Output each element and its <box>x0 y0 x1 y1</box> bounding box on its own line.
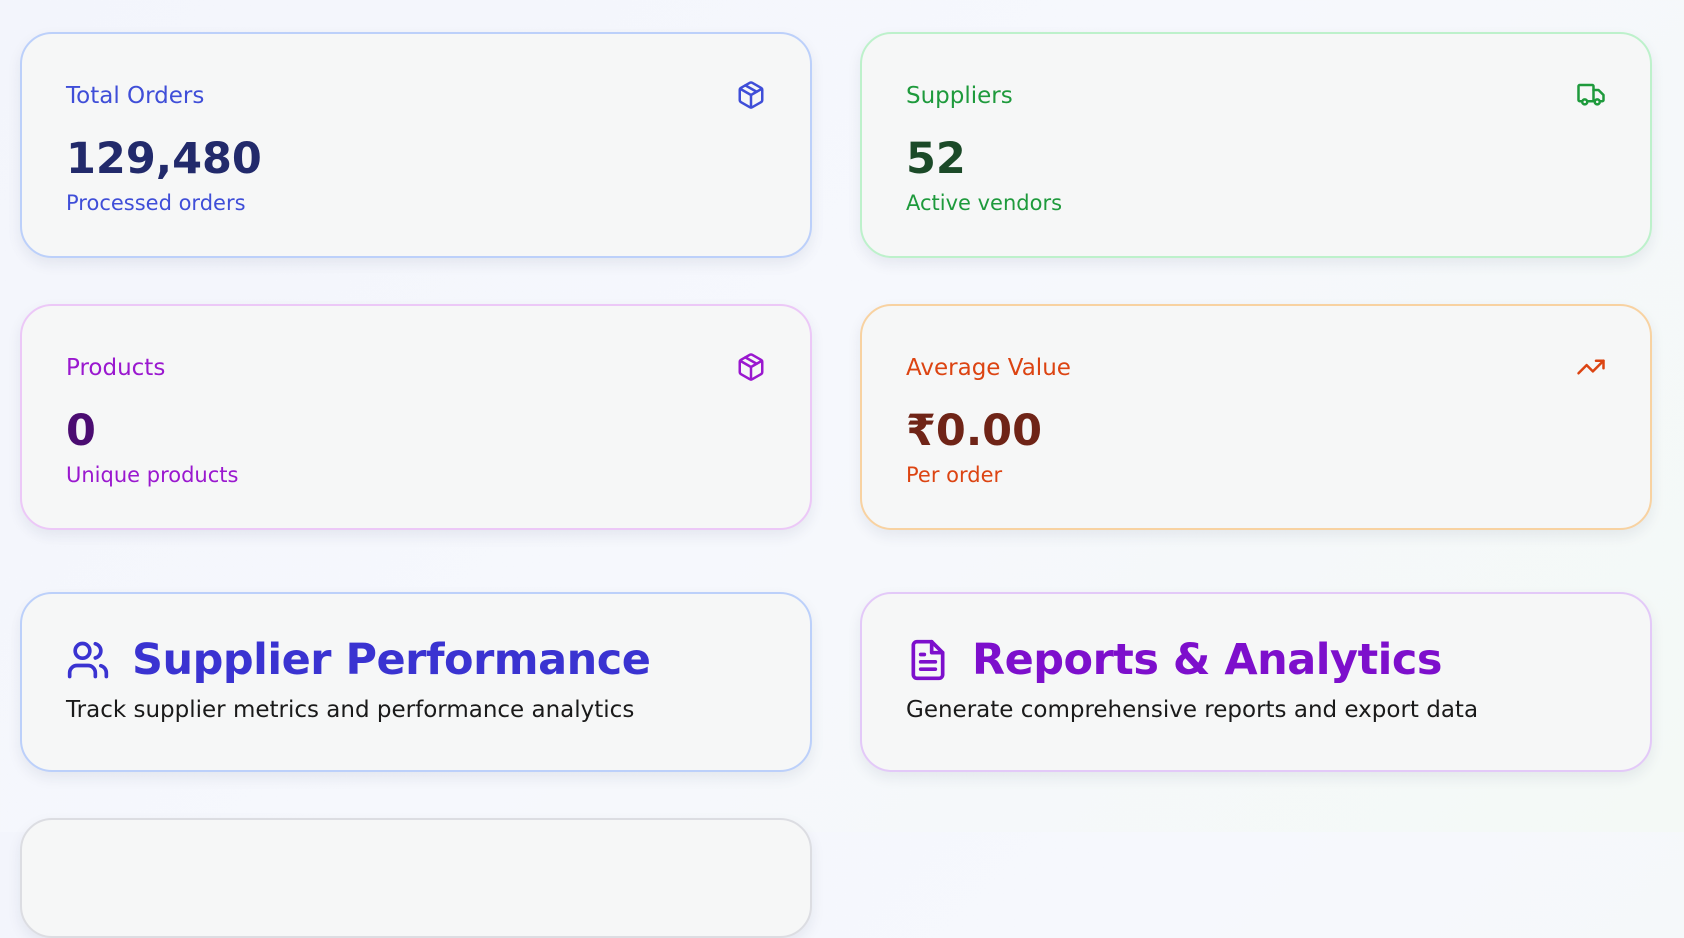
partial-card <box>20 818 812 938</box>
average-value-card: Average Value ₹0.00 Per order <box>860 304 1652 530</box>
users-icon <box>66 638 110 682</box>
products-value: 0 <box>66 406 96 456</box>
supplier-performance-card[interactable]: Supplier Performance Track supplier metr… <box>20 592 812 772</box>
supplier-performance-description: Track supplier metrics and performance a… <box>66 697 635 723</box>
reports-analytics-title: Reports & Analytics <box>972 635 1442 685</box>
suppliers-subtitle: Active vendors <box>906 191 1063 215</box>
total-orders-label: Total Orders <box>66 83 205 109</box>
average-value-subtitle: Per order <box>906 463 1003 487</box>
reports-analytics-card[interactable]: Reports & Analytics Generate comprehensi… <box>860 592 1652 772</box>
supplier-performance-title: Supplier Performance <box>132 635 651 685</box>
suppliers-card: Suppliers 52 Active vendors <box>860 32 1652 258</box>
truck-icon <box>1576 80 1606 110</box>
average-value-label: Average Value <box>906 355 1071 381</box>
products-label: Products <box>66 355 166 381</box>
average-value-value: ₹0.00 <box>906 406 1043 456</box>
reports-analytics-description: Generate comprehensive reports and expor… <box>906 697 1479 723</box>
products-subtitle: Unique products <box>66 463 239 487</box>
total-orders-value: 129,480 <box>66 134 262 184</box>
suppliers-value: 52 <box>906 134 966 184</box>
total-orders-subtitle: Processed orders <box>66 191 246 215</box>
box-icon <box>736 352 766 382</box>
box-icon <box>736 80 766 110</box>
products-card: Products 0 Unique products <box>20 304 812 530</box>
suppliers-label: Suppliers <box>906 83 1013 109</box>
document-icon <box>906 638 950 682</box>
trending-up-icon <box>1576 352 1606 382</box>
total-orders-card: Total Orders 129,480 Processed orders <box>20 32 812 258</box>
